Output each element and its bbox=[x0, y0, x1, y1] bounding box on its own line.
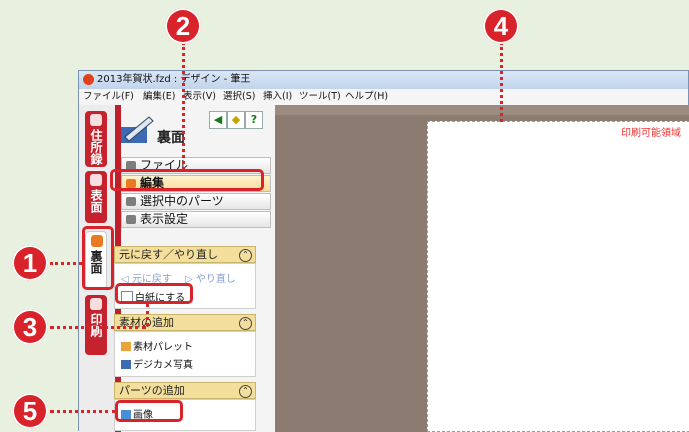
postcard-paper[interactable]: 印刷可能領域 bbox=[427, 121, 689, 432]
leader-3b bbox=[146, 304, 149, 326]
help-icon[interactable]: ? bbox=[245, 111, 263, 129]
panel-title: 裏面 bbox=[157, 130, 185, 146]
camera-icon bbox=[121, 360, 131, 369]
print-area-label: 印刷可能領域 bbox=[621, 128, 681, 139]
group-title: 元に戻す／やり直し bbox=[119, 248, 218, 261]
menu-view[interactable]: 表示(V) bbox=[183, 89, 216, 105]
group-add-material-body: 素材パレット デジカメ写真 bbox=[114, 331, 256, 377]
section-label: 選択中のパーツ bbox=[140, 194, 224, 208]
callout-1: 1 bbox=[12, 245, 48, 281]
menu-tools[interactable]: ツール(T) bbox=[299, 89, 341, 105]
callout-5: 5 bbox=[12, 393, 48, 429]
palette-icon bbox=[121, 342, 131, 351]
app-icon bbox=[83, 74, 94, 85]
tab-print-label: 印刷 bbox=[89, 313, 103, 337]
window-title: 2013年賀状.fzd : デザイン - 筆王 bbox=[97, 74, 251, 85]
address-book-icon bbox=[90, 114, 102, 126]
menu-edit[interactable]: 編集(E) bbox=[143, 89, 175, 105]
square-icon bbox=[126, 197, 136, 206]
menu-insert[interactable]: 挿入(I) bbox=[263, 89, 292, 105]
group-undo-redo-header[interactable]: 元に戻す／やり直し ⌃ bbox=[114, 246, 256, 263]
tab-address-book-label: 住所録 bbox=[89, 129, 103, 165]
title-bar: 2013年賀状.fzd : デザイン - 筆王 bbox=[79, 71, 688, 89]
highlight-back-tab bbox=[82, 226, 114, 290]
highlight-image bbox=[115, 400, 183, 422]
tab-front[interactable]: 表面 bbox=[85, 171, 107, 223]
callout-2: 2 bbox=[165, 8, 201, 44]
group-title: パーツの追加 bbox=[119, 384, 185, 397]
menu-help[interactable]: ヘルプ(H) bbox=[345, 89, 388, 105]
redo-button[interactable]: ▷ やり直し bbox=[185, 270, 236, 285]
digicam-photo-label: デジカメ写真 bbox=[133, 360, 193, 371]
menu-select[interactable]: 選択(S) bbox=[223, 89, 255, 105]
print-icon bbox=[90, 298, 102, 310]
menu-bar: ファイル(F) 編集(E) 表示(V) 選択(S) 挿入(I) ツール(T) ヘ… bbox=[79, 89, 688, 106]
section-label: 表示設定 bbox=[140, 212, 189, 226]
collapse-icon[interactable]: ⌃ bbox=[239, 385, 252, 398]
material-palette-label: 素材パレット bbox=[133, 342, 193, 353]
leader-2 bbox=[182, 42, 185, 170]
menu-file[interactable]: ファイル(F) bbox=[83, 89, 134, 105]
leader-5 bbox=[50, 410, 116, 413]
ruler bbox=[275, 105, 689, 115]
redo-label: やり直し bbox=[195, 274, 236, 285]
material-palette-button[interactable]: 素材パレット bbox=[121, 338, 193, 353]
leader-3 bbox=[50, 326, 146, 329]
group-add-parts-header[interactable]: パーツの追加 ⌃ bbox=[114, 382, 256, 399]
tab-address-book[interactable]: 住所録 bbox=[85, 111, 107, 167]
highlight-blank-paper bbox=[115, 283, 193, 304]
tab-front-label: 表面 bbox=[89, 189, 103, 213]
square-icon bbox=[126, 215, 136, 224]
section-selected-parts-button[interactable]: 選択中のパーツ bbox=[121, 193, 271, 210]
sound-icon[interactable]: ◀ bbox=[209, 111, 227, 129]
leader-1 bbox=[50, 262, 82, 265]
front-side-icon bbox=[90, 174, 102, 186]
pen-icon bbox=[121, 116, 154, 143]
digicam-photo-button[interactable]: デジカメ写真 bbox=[121, 356, 193, 371]
highlight-edit-section bbox=[110, 169, 264, 191]
tab-print[interactable]: 印刷 bbox=[85, 295, 107, 355]
collapse-icon[interactable]: ⌃ bbox=[239, 249, 252, 262]
callout-3: 3 bbox=[12, 309, 48, 345]
collapse-icon[interactable]: ⌃ bbox=[239, 317, 252, 330]
callout-4: 4 bbox=[483, 8, 519, 44]
shield-icon[interactable]: ◆ bbox=[227, 111, 245, 129]
leader-4 bbox=[500, 42, 503, 122]
design-canvas[interactable]: 印刷可能領域 bbox=[275, 105, 689, 432]
section-display-settings-button[interactable]: 表示設定 bbox=[121, 211, 271, 228]
